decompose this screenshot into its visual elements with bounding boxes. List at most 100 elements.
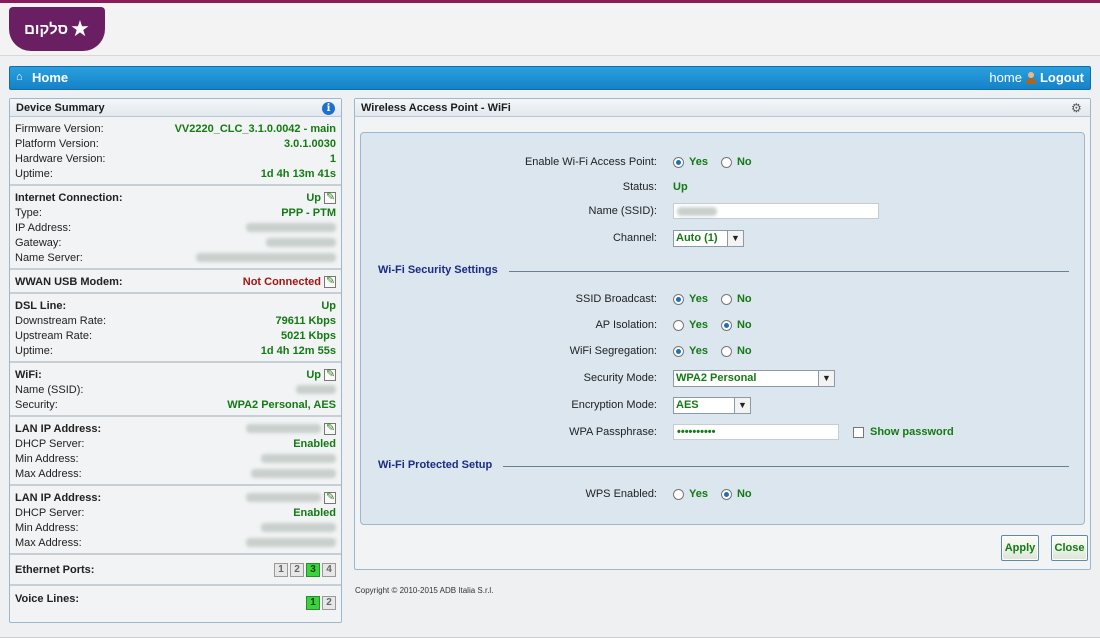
logout-link[interactable]: Logout xyxy=(1040,70,1084,85)
internet-type-value: PPP - PTM xyxy=(281,206,336,219)
edit-icon[interactable] xyxy=(324,190,336,204)
voice-line[interactable]: 2 xyxy=(322,595,336,610)
enable-wifi-label: Enable Wi-Fi Access Point: xyxy=(524,156,657,168)
ssid-label: Name (SSID): xyxy=(588,205,657,217)
lan1-dhcp-label: DHCP Server: xyxy=(15,437,85,450)
lan2-max-row: Max Address: xyxy=(15,535,336,550)
show-password-checkbox[interactable] xyxy=(853,426,864,438)
home-icon: ⌂ xyxy=(16,71,23,83)
passphrase-label: WPA Passphrase: xyxy=(569,426,657,438)
ethernet-port[interactable]: 1 xyxy=(274,562,288,577)
voice-title: Voice Lines: xyxy=(15,592,79,605)
redacted-value xyxy=(246,538,336,547)
nav-home-link[interactable]: ⌂ Home xyxy=(16,70,68,85)
edit-icon[interactable] xyxy=(324,367,336,381)
dsl-down-label: Downstream Rate: xyxy=(15,314,107,327)
internet-type-label: Type: xyxy=(15,206,42,219)
encryption-mode-field-wrap: AES ▼ xyxy=(673,396,751,414)
channel-select[interactable]: Auto (1) ▼ xyxy=(673,229,744,247)
enable-wifi-yes-radio[interactable] xyxy=(673,156,684,168)
security-mode-row: Security Mode: WPA2 Personal ▼ xyxy=(361,368,1086,388)
firmware-row: Firmware Version: VV2220_CLC_3.1.0.0042 -… xyxy=(15,121,336,136)
redacted-value xyxy=(246,223,336,232)
ssid-input[interactable] xyxy=(673,203,879,219)
ap-isolation-no-label: No xyxy=(736,319,752,331)
wifi-summary-section: WiFi: Up Name (SSID): Security: WPA2 Perso… xyxy=(10,363,341,417)
chevron-down-icon: ▼ xyxy=(727,230,743,246)
wifi-security-label: Security: xyxy=(15,398,58,411)
ssid-broadcast-label: SSID Broadcast: xyxy=(575,293,657,305)
lan2-title-row: LAN IP Address: xyxy=(15,490,336,505)
apply-button[interactable]: Apply xyxy=(1001,535,1039,561)
wwan-status: Not Connected xyxy=(242,274,336,288)
lan2-dhcp-row: DHCP Server: Enabled xyxy=(15,505,336,520)
hardware-label: Hardware Version: xyxy=(15,152,106,165)
ethernet-ports: 1 2 3 4 xyxy=(274,562,336,577)
wifi-panel-title: Wireless Access Point - WiFi xyxy=(361,102,511,114)
wifi-segregation-yes-radio[interactable] xyxy=(673,345,684,357)
enable-wifi-row: Enable Wi-Fi Access Point: Yes No xyxy=(361,152,1086,172)
uptime-value: 1d 4h 13m 41s xyxy=(260,167,336,180)
ap-isolation-yes-radio[interactable] xyxy=(673,319,684,331)
ssid-broadcast-yes-label: Yes xyxy=(689,293,708,305)
passphrase-input[interactable]: •••••••••• xyxy=(673,424,839,440)
page-header: סלקום ★ xyxy=(0,3,1100,56)
wps-title: Wi-Fi Protected Setup xyxy=(378,459,493,471)
edit-icon[interactable] xyxy=(324,490,336,504)
section-divider xyxy=(503,466,1069,467)
platform-label: Platform Version: xyxy=(15,137,99,150)
star-icon: ★ xyxy=(70,16,90,41)
redacted-value xyxy=(261,454,336,463)
ssid-broadcast-yes-radio[interactable] xyxy=(673,293,684,305)
ssid-broadcast-no-radio[interactable] xyxy=(720,293,732,305)
close-button[interactable]: Close xyxy=(1051,535,1088,561)
enable-wifi-options: Yes No xyxy=(673,156,759,168)
ethernet-port[interactable]: 2 xyxy=(290,562,304,577)
edit-icon[interactable] xyxy=(324,274,336,288)
settings-icon[interactable]: ⚙ xyxy=(1071,101,1085,115)
dsl-title: DSL Line: xyxy=(15,299,67,312)
dsl-up-row: Upstream Rate: 5021 Kbps xyxy=(15,328,336,343)
security-settings-title: Wi-Fi Security Settings xyxy=(378,264,498,276)
lan1-title: LAN IP Address: xyxy=(15,422,102,435)
encryption-mode-select[interactable]: AES ▼ xyxy=(673,396,751,414)
lan2-ip xyxy=(246,490,336,504)
channel-field-wrap: Auto (1) ▼ xyxy=(673,229,744,247)
wifi-segregation-options: Yes No xyxy=(673,345,759,357)
ethernet-title: Ethernet Ports: xyxy=(15,563,95,576)
wps-yes-radio[interactable] xyxy=(673,488,684,500)
wifi-security-row: Security: WPA2 Personal, AES xyxy=(15,397,336,412)
ethernet-port[interactable]: 4 xyxy=(322,562,336,577)
enable-wifi-no-label: No xyxy=(736,156,752,168)
wifi-segregation-no-radio[interactable] xyxy=(720,345,732,357)
passphrase-field-wrap: •••••••••• Show password xyxy=(673,424,954,440)
edit-icon[interactable] xyxy=(324,421,336,435)
encryption-mode-label: Encryption Mode: xyxy=(571,399,657,411)
brand-logo[interactable]: סלקום ★ xyxy=(9,7,105,51)
wifi-segregation-no-label: No xyxy=(736,345,752,357)
internet-dns-label: Name Server: xyxy=(15,251,83,264)
ssid-broadcast-no-label: No xyxy=(736,293,752,305)
nav-home-label: Home xyxy=(32,70,69,85)
dsl-down-row: Downstream Rate: 79611 Kbps xyxy=(15,313,336,328)
hardware-row: Hardware Version: 1 xyxy=(15,151,336,166)
wwan-status-text: Not Connected xyxy=(242,275,321,288)
wps-row: WPS Enabled: Yes No xyxy=(361,484,1086,504)
security-mode-select[interactable]: WPA2 Personal ▼ xyxy=(673,369,835,387)
ap-isolation-no-radio[interactable] xyxy=(720,319,732,331)
wps-no-radio[interactable] xyxy=(720,488,732,500)
lan1-max-label: Max Address: xyxy=(15,467,82,480)
redacted-value xyxy=(246,493,321,502)
info-icon[interactable]: i xyxy=(322,102,335,115)
ethernet-port-active[interactable]: 3 xyxy=(306,562,320,577)
wifi-settings-panel: Wireless Access Point - WiFi ⚙ Enable Wi… xyxy=(354,98,1091,570)
internet-title: Internet Connection: xyxy=(15,191,123,204)
encryption-mode-value: AES xyxy=(676,399,699,411)
versions-section: Firmware Version: VV2220_CLC_3.1.0.0042 -… xyxy=(10,117,341,186)
voice-line-active[interactable]: 1 xyxy=(306,595,320,610)
ssid-row: Name (SSID): xyxy=(361,201,1086,221)
internet-gateway-row: Gateway: xyxy=(15,235,336,250)
security-mode-label: Security Mode: xyxy=(583,372,657,384)
enable-wifi-no-radio[interactable] xyxy=(720,156,732,168)
wps-yes-label: Yes xyxy=(689,488,708,500)
